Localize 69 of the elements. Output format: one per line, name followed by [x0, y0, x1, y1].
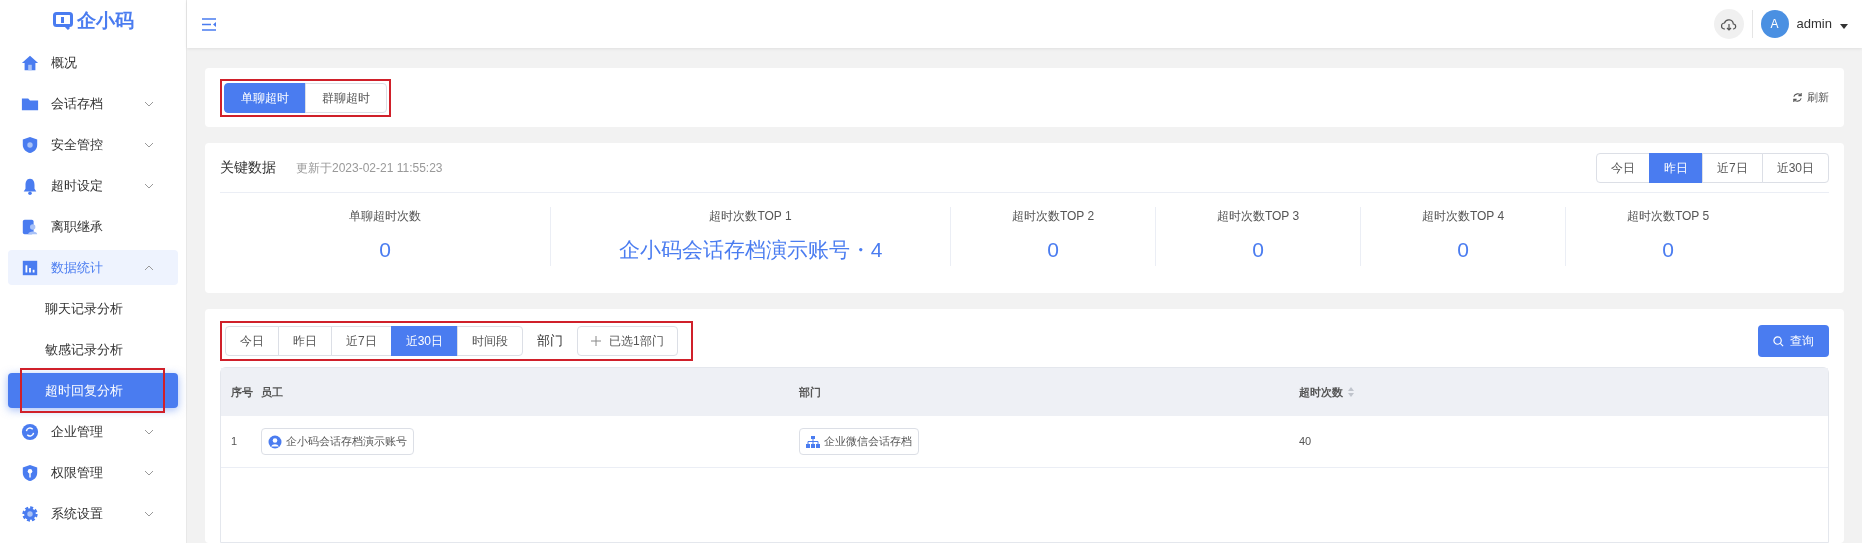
user-name[interactable]: admin [1796, 14, 1832, 34]
range-tab[interactable]: 近30日 [390, 326, 459, 356]
stat-label: 超时次数TOP 3 [1216, 208, 1300, 225]
range-tab[interactable]: 昨日 [1648, 152, 1703, 183]
stat-value: 企小码会话存档演示账号・4 [618, 237, 883, 263]
stat-label: 超时次数TOP 1 [709, 208, 792, 225]
refresh-icon [1792, 92, 1803, 103]
table-cell: 40 [1299, 435, 1312, 448]
sidebar-item[interactable]: 数据统计 [8, 250, 178, 285]
badge-person-icon [21, 217, 39, 236]
stat-value: 0 [1047, 237, 1059, 263]
sidebar-item[interactable]: 系统设置 [8, 496, 178, 531]
bell-icon [21, 176, 39, 195]
shield-key-icon [21, 463, 39, 482]
shield-icon [21, 135, 39, 154]
user-icon [268, 434, 282, 449]
section-title: 关键数据 [220, 158, 276, 177]
column-header: 序号 [231, 384, 253, 400]
org-chart-icon [806, 435, 820, 448]
home-icon [21, 53, 39, 72]
sidebar-subitem[interactable]: 敏感记录分析 [8, 332, 178, 367]
sidebar-subitem[interactable]: 超时回复分析 [8, 373, 178, 408]
range-tab[interactable]: 时间段 [457, 326, 524, 356]
stat-value: 0 [1252, 237, 1264, 263]
menu-toggle-icon[interactable] [201, 17, 217, 31]
stat-label: 超时次数TOP 5 [1626, 208, 1710, 225]
caret-icon[interactable] [1840, 23, 1848, 29]
cloud-download-icon [1720, 17, 1737, 31]
download-button[interactable] [1713, 9, 1744, 39]
range-tab[interactable]: 近30日 [1761, 152, 1829, 183]
bar-chart-icon [21, 258, 39, 277]
range-tab[interactable]: 近7日 [331, 326, 392, 356]
column-header[interactable]: 超时次数 [1299, 383, 1343, 401]
department-tag: 企业微信会话存档 [799, 428, 919, 455]
stat-value: 0 [379, 237, 391, 263]
stat-label: 超时次数TOP 4 [1421, 208, 1505, 225]
logo-icon [52, 12, 73, 30]
sidebar-item[interactable]: 会话存档 [8, 86, 178, 121]
logo-text: 企小码 [76, 8, 134, 33]
gear-icon [21, 504, 39, 523]
stat-value: 0 [1457, 237, 1469, 263]
table-cell: 1 [231, 435, 238, 448]
refresh-button[interactable]: 刷新 [1792, 89, 1829, 106]
mode-tab[interactable]: 群聊超时 [305, 82, 387, 113]
sync-icon [21, 422, 39, 441]
sidebar-item[interactable]: 离职继承 [8, 209, 178, 244]
range-tab[interactable]: 昨日 [278, 326, 332, 356]
stat-label: 超时次数TOP 2 [1011, 208, 1095, 225]
stat-value: 0 [1662, 237, 1674, 263]
stat-label: 单聊超时次数 [349, 208, 421, 225]
plus-icon [591, 336, 602, 346]
column-header: 员工 [261, 384, 283, 400]
sidebar-item[interactable]: 权限管理 [8, 455, 178, 490]
search-icon [1773, 335, 1784, 347]
department-label: 部门 [537, 332, 564, 351]
update-time: 更新于2023-02-21 11:55:23 [296, 159, 443, 177]
sidebar-item[interactable]: 概况 [8, 45, 178, 80]
department-button[interactable]: 已选1部门 [577, 326, 678, 356]
sidebar-subitem[interactable]: 聊天记录分析 [8, 291, 178, 326]
mode-tab[interactable]: 单聊超时 [224, 82, 306, 113]
sidebar-item[interactable]: 安全管控 [8, 127, 178, 162]
range-tab[interactable]: 今日 [225, 326, 279, 356]
column-header: 部门 [799, 384, 821, 400]
employee-tag: 企小码会话存档演示账号 [261, 428, 414, 455]
query-button[interactable]: 查询 [1758, 325, 1829, 357]
sidebar-item[interactable]: 超时设定 [8, 168, 178, 203]
sidebar-item[interactable]: 企业管理 [8, 414, 178, 449]
range-tab[interactable]: 今日 [1595, 152, 1650, 183]
range-tab[interactable]: 近7日 [1701, 152, 1763, 183]
